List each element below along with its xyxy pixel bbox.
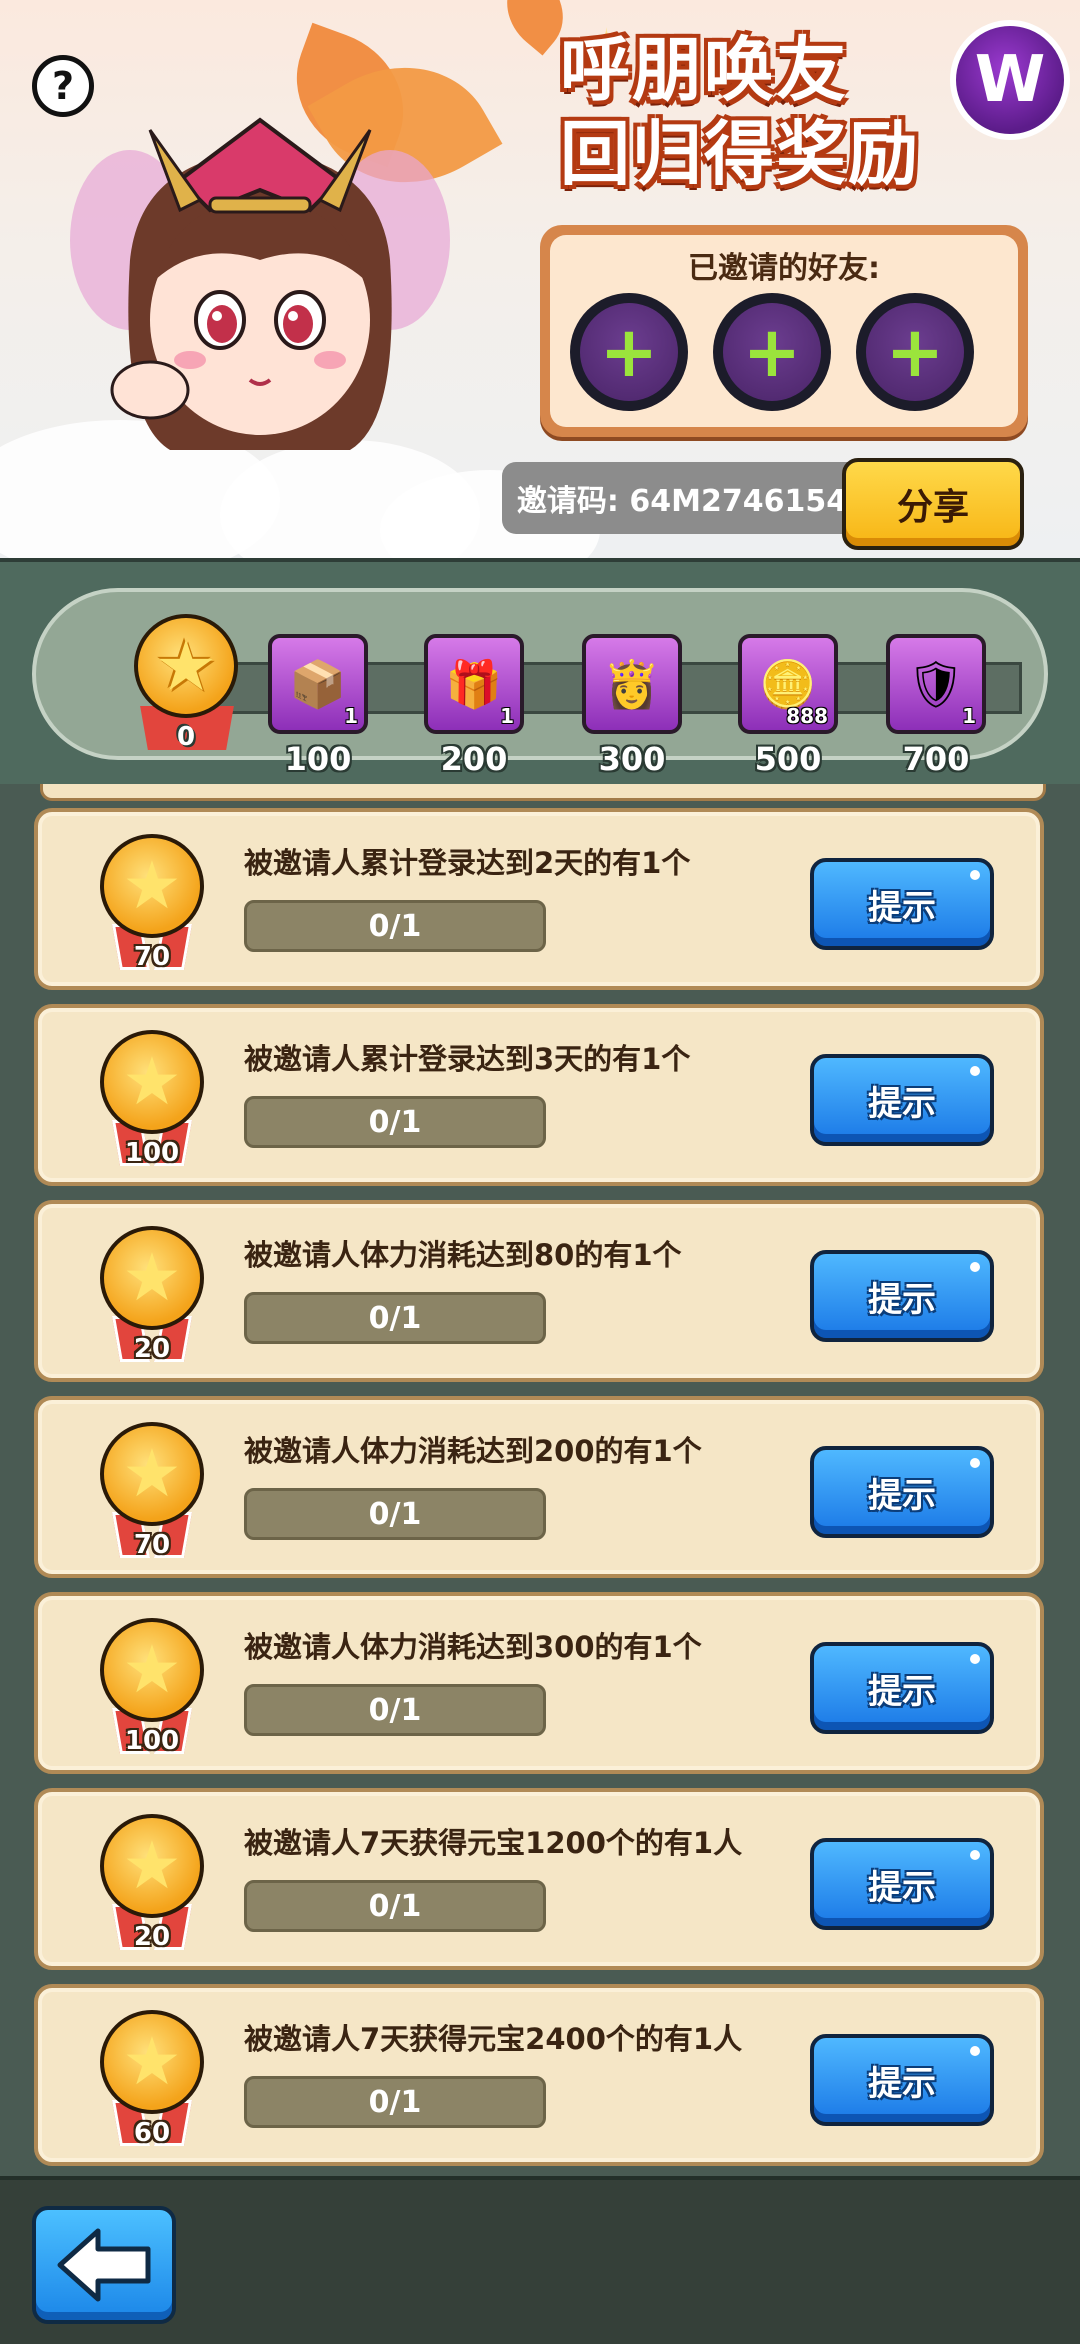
hint-button[interactable]: 提示 bbox=[810, 1446, 994, 1538]
task-description: 被邀请人7天获得元宝1200个的有1人 bbox=[244, 1826, 743, 1860]
progress-band: ★ 0 📦 1 100 🎁 1 200 👸 300 🪙 888 500 🛡 1 … bbox=[32, 588, 1048, 778]
milestone-points: 100 bbox=[284, 740, 352, 778]
task-list[interactable]: ★ 70 被邀请人累计登录达到2天的有1个 0/1 提示 ★ 100 被邀请人累… bbox=[0, 784, 1080, 2176]
milestone-reward[interactable]: 📦 1 100 bbox=[268, 634, 368, 778]
invite-friend-slot-2[interactable]: + bbox=[713, 293, 831, 411]
task-points-medal: ★ 100 bbox=[100, 1030, 204, 1170]
task-points: 70 bbox=[133, 1530, 171, 1560]
task-points-medal: ★ 70 bbox=[100, 834, 204, 974]
task-points-medal: ★ 20 bbox=[100, 1814, 204, 1954]
star-icon: ★ bbox=[122, 1043, 182, 1120]
gold-ingot-icon: 🪙 888 bbox=[738, 634, 838, 734]
star-icon: ★ bbox=[122, 1239, 182, 1316]
star-icon: ★ bbox=[122, 2023, 182, 2100]
task-points: 60 bbox=[133, 2118, 171, 2148]
current-points: 0 bbox=[176, 722, 196, 752]
task-description: 被邀请人体力消耗达到80的有1个 bbox=[244, 1238, 682, 1272]
task-card: ★ 20 被邀请人7天获得元宝1200个的有1人 0/1 提示 bbox=[34, 1788, 1044, 1970]
task-points: 20 bbox=[133, 1334, 171, 1364]
event-header: ? ✦ 呼朋唤友 回归得奖励 W 已邀请的好友: + + + 邀请码: 64M2… bbox=[0, 0, 1080, 560]
title-line-2: 回归得奖励 bbox=[560, 113, 920, 195]
task-description: 被邀请人体力消耗达到300的有1个 bbox=[244, 1630, 702, 1664]
task-description: 被邀请人累计登录达到3天的有1个 bbox=[244, 1042, 691, 1076]
brand-logo: W bbox=[950, 20, 1070, 140]
hint-button[interactable]: 提示 bbox=[810, 1250, 994, 1342]
task-points: 100 bbox=[124, 1138, 180, 1168]
milestone-reward[interactable]: 🎁 1 200 bbox=[424, 634, 524, 778]
task-progress: 0/1 bbox=[244, 1488, 546, 1540]
hint-button[interactable]: 提示 bbox=[810, 1838, 994, 1930]
hint-button[interactable]: 提示 bbox=[810, 1642, 994, 1734]
star-icon: ★ bbox=[122, 1435, 182, 1512]
task-description: 被邀请人累计登录达到2天的有1个 bbox=[244, 846, 691, 880]
task-progress: 0/1 bbox=[244, 1684, 546, 1736]
task-points-medal: ★ 60 bbox=[100, 2010, 204, 2150]
milestone-points: 200 bbox=[440, 740, 508, 778]
milestone-points: 500 bbox=[754, 740, 822, 778]
upgrade-treasure-icon: 🎁 1 bbox=[424, 634, 524, 734]
task-card: ★ 100 被邀请人累计登录达到3天的有1个 0/1 提示 bbox=[34, 1004, 1044, 1186]
invite-friend-slot-1[interactable]: + bbox=[570, 293, 688, 411]
invited-friends-panel: 已邀请的好友: + + + bbox=[540, 225, 1028, 437]
hero-character-portrait bbox=[70, 117, 450, 450]
hint-button[interactable]: 提示 bbox=[810, 1054, 994, 1146]
bottom-bar bbox=[0, 2176, 1080, 2344]
scroll-edge bbox=[40, 784, 1046, 801]
milestone-reward[interactable]: 👸 300 bbox=[582, 634, 682, 778]
task-progress: 0/1 bbox=[244, 1880, 546, 1932]
hero-portrait-icon: 👸 bbox=[582, 634, 682, 734]
invite-code-row: 邀请码: 64M2746154 分享 bbox=[502, 458, 1024, 550]
task-points-medal: ★ 70 bbox=[100, 1422, 204, 1562]
star-icon: ★ bbox=[122, 847, 182, 924]
task-progress: 0/1 bbox=[244, 1292, 546, 1344]
plus-icon: + bbox=[742, 311, 802, 393]
task-progress: 0/1 bbox=[244, 900, 546, 952]
reward-count: 1 bbox=[344, 704, 358, 728]
task-points-medal: ★ 20 bbox=[100, 1226, 204, 1366]
invite-code: 邀请码: 64M2746154 bbox=[502, 462, 862, 534]
task-description: 被邀请人体力消耗达到200的有1个 bbox=[244, 1434, 702, 1468]
star-icon: ★ bbox=[154, 625, 218, 707]
back-arrow-icon bbox=[57, 2228, 151, 2302]
star-icon: ★ bbox=[122, 1631, 182, 1708]
task-points: 100 bbox=[124, 1726, 180, 1756]
points-medal: ★ 0 bbox=[134, 614, 238, 752]
points-progress-bar: ★ 0 📦 1 100 🎁 1 200 👸 300 🪙 888 500 🛡 1 … bbox=[0, 558, 1080, 788]
reward-count: 1 bbox=[500, 704, 514, 728]
task-points: 70 bbox=[133, 942, 171, 972]
brand-logo-letter: W bbox=[974, 43, 1046, 117]
invited-friends-label: 已邀请的好友: bbox=[688, 251, 880, 286]
task-points-medal: ★ 100 bbox=[100, 1618, 204, 1758]
share-button[interactable]: 分享 bbox=[842, 458, 1024, 550]
task-card: ★ 70 被邀请人累计登录达到2天的有1个 0/1 提示 bbox=[34, 808, 1044, 990]
reward-count: 1 bbox=[962, 704, 976, 728]
back-button[interactable] bbox=[32, 2206, 176, 2324]
reward-count: 888 bbox=[786, 704, 828, 728]
task-card: ★ 60 被邀请人7天获得元宝2400个的有1人 0/1 提示 bbox=[34, 1984, 1044, 2166]
plus-icon: + bbox=[599, 311, 659, 393]
task-card: ★ 70 被邀请人体力消耗达到200的有1个 0/1 提示 bbox=[34, 1396, 1044, 1578]
task-progress: 0/1 bbox=[244, 1096, 546, 1148]
milestone-points: 300 bbox=[598, 740, 666, 778]
upgrade-chest-icon: 📦 1 bbox=[268, 634, 368, 734]
star-icon: ★ bbox=[122, 1827, 182, 1904]
task-progress: 0/1 bbox=[244, 2076, 546, 2128]
task-points: 20 bbox=[133, 1922, 171, 1952]
invite-friend-slot-3[interactable]: + bbox=[856, 293, 974, 411]
task-card: ★ 100 被邀请人体力消耗达到300的有1个 0/1 提示 bbox=[34, 1592, 1044, 1774]
task-description: 被邀请人7天获得元宝2400个的有1人 bbox=[244, 2022, 743, 2056]
plus-icon: + bbox=[885, 311, 945, 393]
golden-armor-icon: 🛡 1 bbox=[886, 634, 986, 734]
milestone-reward[interactable]: 🛡 1 700 bbox=[886, 634, 986, 778]
hint-button[interactable]: 提示 bbox=[810, 858, 994, 950]
task-card: ★ 20 被邀请人体力消耗达到80的有1个 0/1 提示 bbox=[34, 1200, 1044, 1382]
milestone-reward[interactable]: 🪙 888 500 bbox=[738, 634, 838, 778]
milestone-points: 700 bbox=[902, 740, 970, 778]
hint-button[interactable]: 提示 bbox=[810, 2034, 994, 2126]
